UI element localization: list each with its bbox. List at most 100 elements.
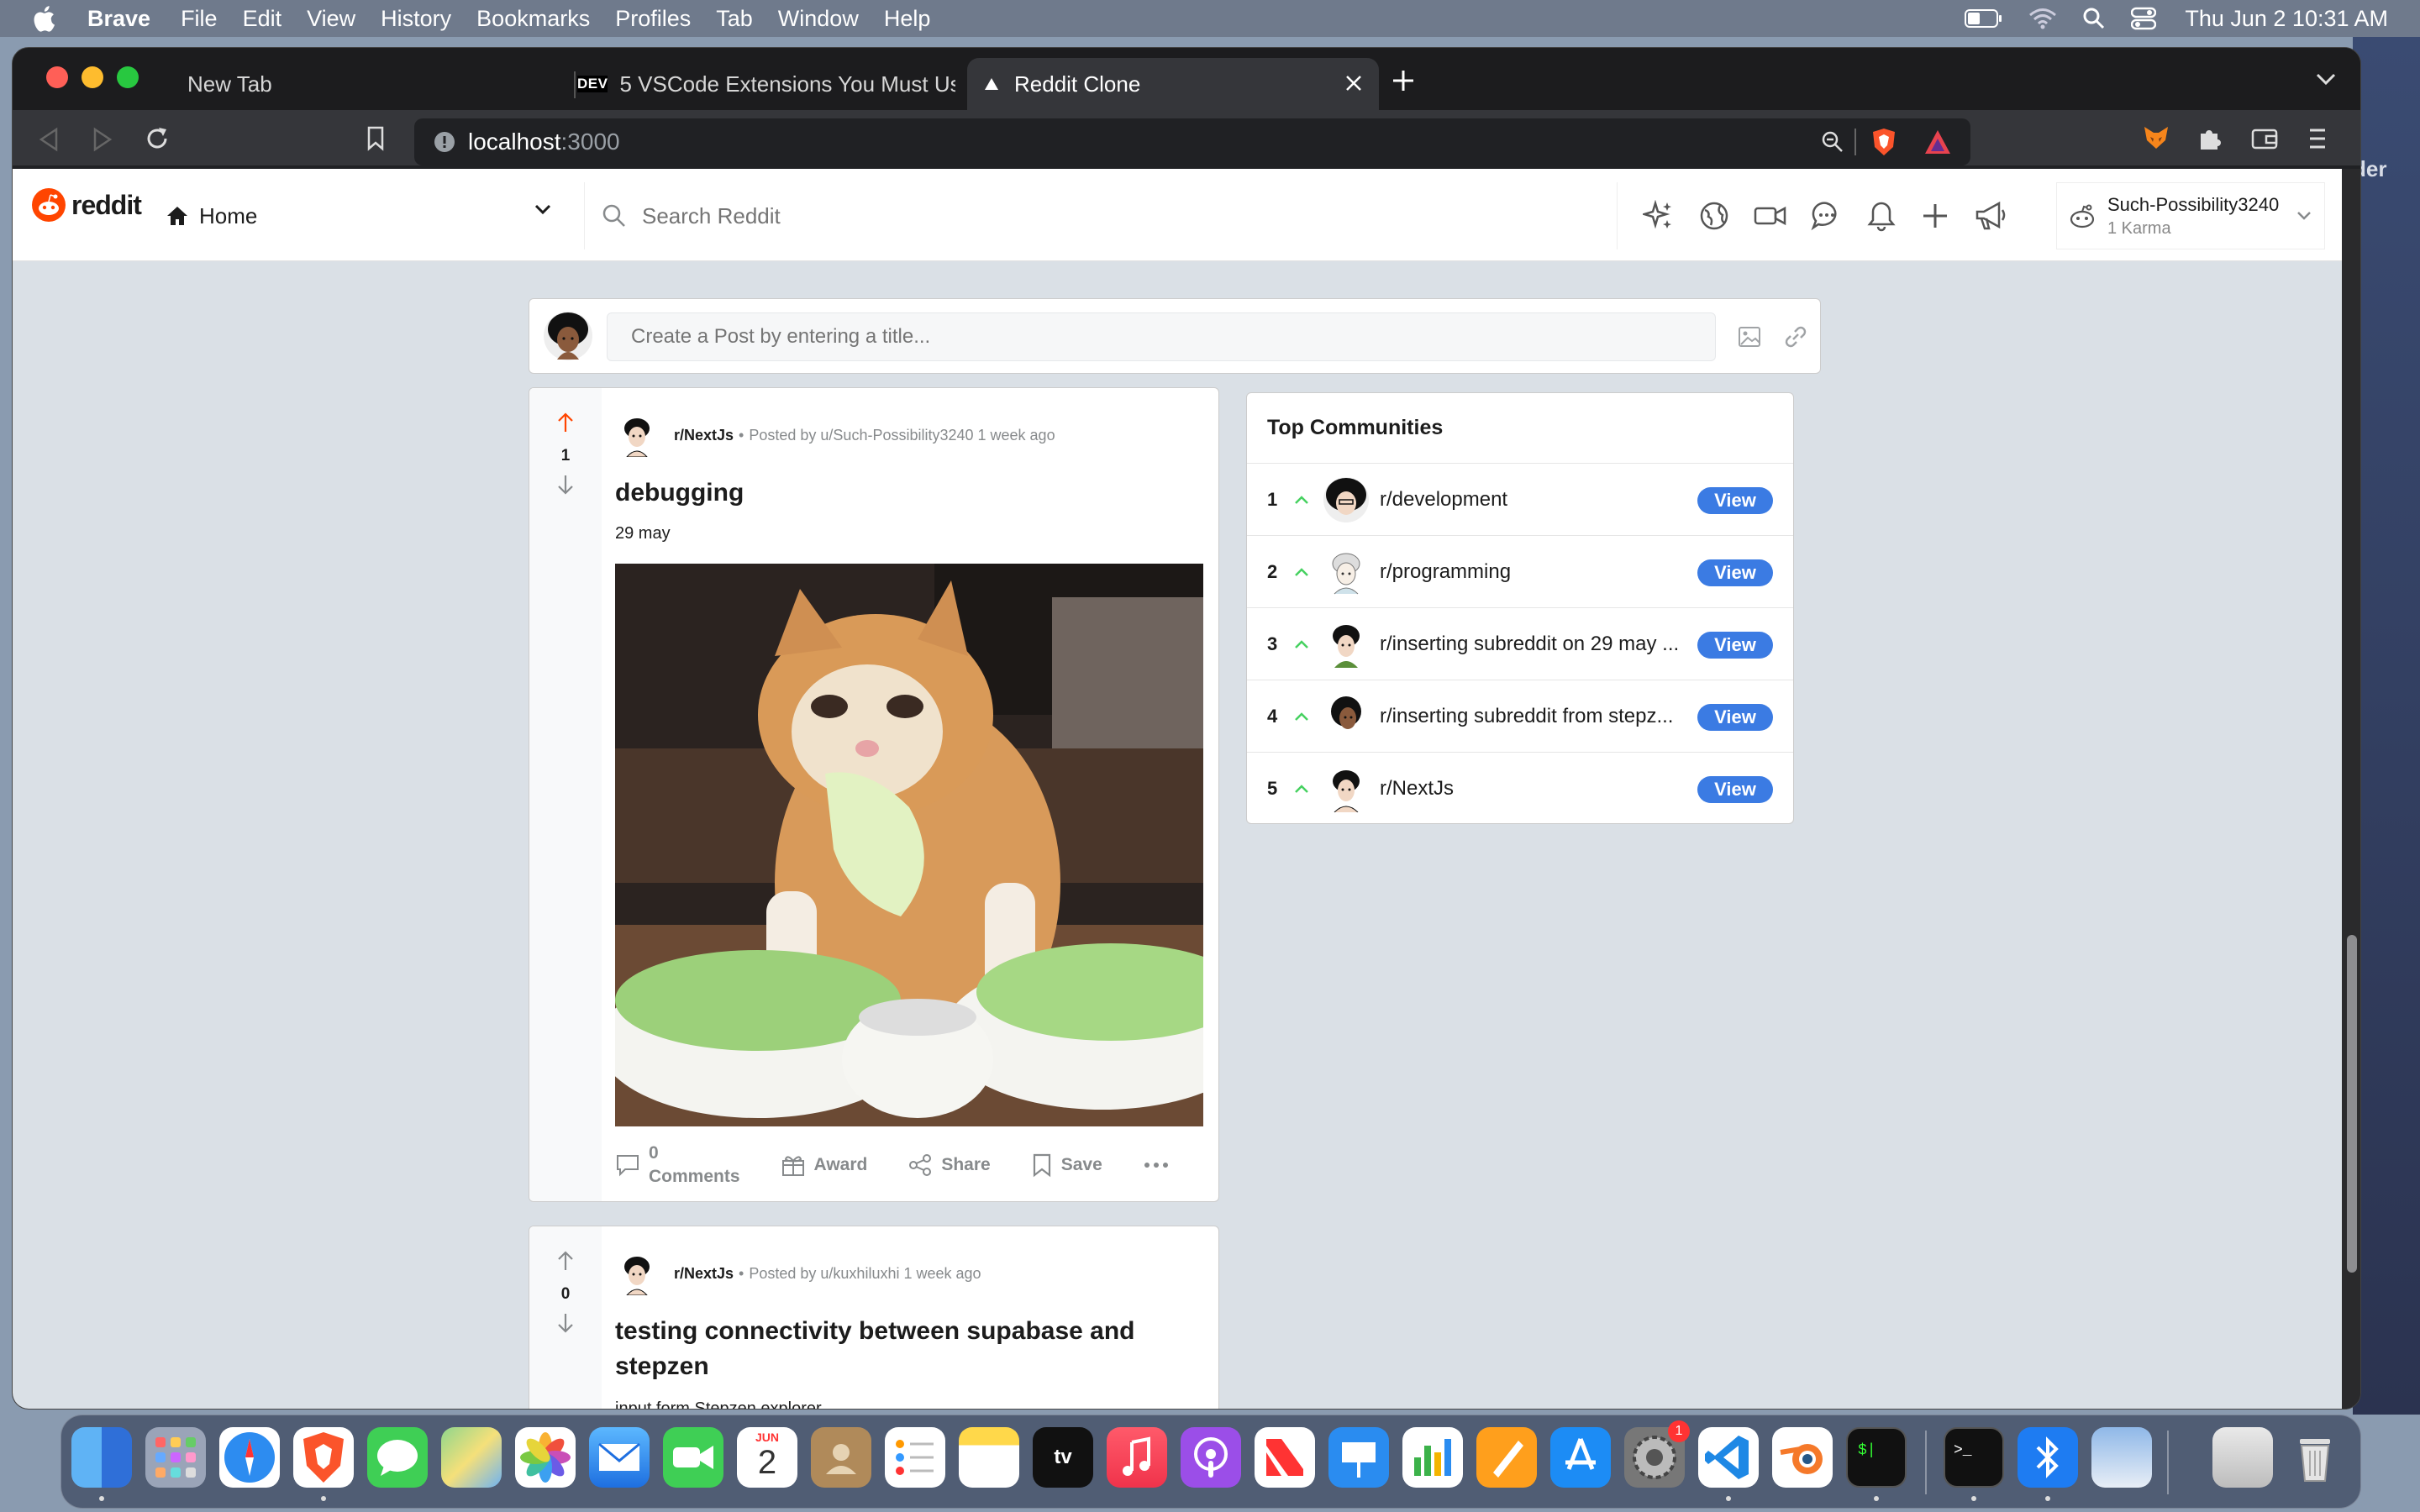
brave-shields-icon[interactable] [1870,127,1898,157]
calendar-icon[interactable]: JUN 2 [737,1427,797,1488]
pages-icon[interactable] [1476,1427,1537,1488]
tab-new-tab[interactable]: New Tab [172,58,576,110]
keynote-icon[interactable] [1328,1427,1389,1488]
post-subreddit-link[interactable]: r/NextJs [674,427,734,444]
facetime-icon[interactable] [663,1427,723,1488]
blender-icon[interactable] [1772,1427,1833,1488]
post-card[interactable]: 0 r/NextJs • Posted by u/kuxhiluxhi 1 we… [529,1226,1219,1409]
photos-icon[interactable] [515,1427,576,1488]
chat-icon[interactable] [1811,200,1843,232]
view-community-button[interactable]: View [1697,632,1773,659]
community-name[interactable]: r/NextJs [1380,777,1691,801]
sparkles-icon[interactable] [1643,200,1675,232]
trash-icon[interactable] [2285,1427,2345,1488]
maps-icon[interactable] [441,1427,502,1488]
globe-icon[interactable] [1698,200,1730,232]
menu-edit[interactable]: Edit [243,6,282,32]
back-icon[interactable] [38,127,60,152]
news-icon[interactable] [1255,1427,1315,1488]
new-tab-plus-icon[interactable] [1391,68,1416,93]
search-bar[interactable] [584,182,1618,249]
user-menu[interactable]: Such-Possibility3240 1 Karma [2056,182,2325,249]
megaphone-icon[interactable] [1974,200,2007,232]
menu-brave[interactable]: Brave [87,6,150,32]
bluetooth-icon[interactable] [2018,1427,2078,1488]
scrollbar-thumb[interactable] [2347,935,2357,1273]
menu-help[interactable]: Help [884,6,931,32]
community-row[interactable]: 2 r/programming View [1247,536,1793,608]
spotlight-search-icon[interactable] [2082,7,2106,30]
post-author-line[interactable]: Posted by u/Such-Possibility3240 1 week … [749,427,1055,444]
tab-search-chevron-icon[interactable] [2315,71,2337,87]
tab-dev-article[interactable]: DEV 5 VSCode Extensions You Must Use [577,58,977,110]
close-tab-icon[interactable] [1344,73,1364,93]
more-options-icon[interactable] [1143,1161,1170,1169]
menu-profiles[interactable]: Profiles [615,6,691,32]
image-upload-icon[interactable] [1738,326,1761,348]
finder-icon[interactable] [71,1427,132,1488]
menu-file[interactable]: File [181,6,218,32]
home-dropdown[interactable]: Home [166,197,552,234]
music-icon[interactable] [1107,1427,1167,1488]
extensions-puzzle-icon[interactable] [2196,125,2223,152]
community-row[interactable]: 3 r/inserting subreddit on 29 may ... Vi… [1247,608,1793,680]
brave-browser-icon[interactable] [293,1427,354,1488]
notes-icon[interactable] [959,1427,1019,1488]
menubar-clock[interactable]: Thu Jun 2 10:31 AM [2185,6,2388,32]
menu-tab[interactable]: Tab [716,6,753,32]
community-name[interactable]: r/inserting subreddit from stepz... [1380,705,1691,728]
terminal-green-icon[interactable]: $| [1846,1427,1907,1488]
system-preferences-icon[interactable]: 1 [1624,1420,1690,1488]
community-name[interactable]: r/programming [1380,560,1691,584]
community-row[interactable]: 1 r/development View [1247,464,1793,536]
minimize-window-button[interactable] [82,66,103,88]
reminders-icon[interactable] [885,1427,945,1488]
messages-icon[interactable] [367,1427,428,1488]
video-icon[interactable] [1754,201,1787,231]
upvote-arrow-icon[interactable] [556,412,575,433]
bookmark-page-icon[interactable] [366,125,386,152]
reddit-logo[interactable]: reddit [31,187,142,223]
view-community-button[interactable]: View [1697,487,1773,514]
view-community-button[interactable]: View [1697,704,1773,731]
brave-rewards-icon[interactable] [1923,129,1952,155]
reload-icon[interactable] [144,125,171,152]
search-input[interactable] [642,202,1398,229]
view-community-button[interactable]: View [1697,776,1773,803]
mail-icon[interactable] [589,1427,650,1488]
user-avatar[interactable] [543,311,593,361]
menu-window[interactable]: Window [778,6,859,32]
launchpad-icon[interactable] [145,1427,206,1488]
app-store-icon[interactable] [1550,1427,1611,1488]
downvote-arrow-icon[interactable] [556,474,575,496]
post-title[interactable]: testing connectivity between supabase an… [615,1314,1186,1384]
terminal-icon[interactable]: >_ [1944,1427,2004,1488]
post-author-line[interactable]: Posted by u/kuxhiluxhi 1 week ago [749,1265,981,1283]
apple-tv-icon[interactable]: tv [1033,1427,1093,1488]
community-row[interactable]: 4 r/inserting subreddit from stepz... Vi… [1247,680,1793,753]
menu-view[interactable]: View [307,6,355,32]
menu-bookmarks[interactable]: Bookmarks [476,6,590,32]
apple-menu-icon[interactable] [0,5,87,32]
community-row[interactable]: 5 r/NextJs View [1247,753,1793,823]
award-button[interactable]: Award [781,1152,867,1178]
create-post-input[interactable] [607,312,1716,361]
post-card[interactable]: 1 r/NextJs • Posted by u/Such-Possibilit… [529,387,1219,1202]
notification-bell-icon[interactable] [1866,200,1897,232]
zoom-window-button[interactable] [117,66,139,88]
menu-history[interactable]: History [381,6,451,32]
share-button[interactable]: Share [908,1152,991,1178]
tab-reddit-clone[interactable]: Reddit Clone [967,58,1379,110]
wifi-icon[interactable] [2028,8,2057,29]
safari-icon[interactable] [219,1427,280,1488]
numbers-icon[interactable] [1402,1427,1463,1488]
close-window-button[interactable] [46,66,68,88]
wallet-icon[interactable] [2251,127,2278,150]
battery-icon[interactable] [1965,8,2003,29]
post-image[interactable] [615,564,1203,1126]
downloads-stack-icon[interactable] [2212,1427,2273,1488]
site-info-icon[interactable] [433,130,456,154]
contacts-icon[interactable] [811,1427,871,1488]
upvote-arrow-icon[interactable] [556,1250,575,1272]
community-name[interactable]: r/inserting subreddit on 29 may ... [1380,633,1691,656]
